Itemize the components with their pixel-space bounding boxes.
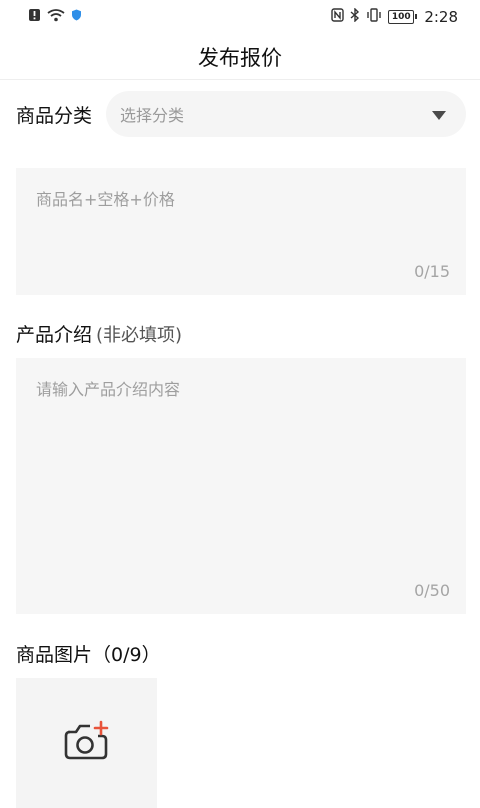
bluetooth-icon	[350, 7, 360, 26]
battery-icon: 100	[388, 10, 418, 24]
status-time: 2:28	[424, 8, 458, 26]
alert-icon	[28, 8, 41, 26]
nfc-icon	[331, 8, 345, 26]
product-name-counter: 0/15	[414, 262, 450, 281]
page-title: 发布报价	[198, 45, 282, 70]
product-name-field[interactable]: 商品名+空格+价格 0/15	[16, 168, 466, 295]
category-label: 商品分类	[16, 104, 93, 127]
intro-label-row: 产品介绍 (非必填项)	[16, 320, 182, 347]
intro-placeholder: 请输入产品介绍内容	[36, 380, 181, 399]
category-row: 商品分类 选择分类	[16, 90, 466, 138]
camera-add-icon	[62, 720, 112, 766]
status-right: 100 2:28	[331, 7, 458, 26]
add-image-button[interactable]	[16, 678, 157, 808]
category-select[interactable]: 选择分类	[106, 91, 466, 137]
category-placeholder: 选择分类	[120, 106, 185, 125]
intro-hint: (非必填项)	[96, 325, 183, 346]
status-left	[28, 8, 82, 26]
product-name-placeholder: 商品名+空格+价格	[36, 190, 175, 209]
intro-field[interactable]: 请输入产品介绍内容 0/50	[16, 358, 466, 614]
status-bar: 100 2:28	[0, 0, 480, 34]
chevron-down-icon	[432, 110, 446, 120]
intro-label: 产品介绍	[16, 324, 93, 346]
vibrate-icon	[366, 8, 382, 26]
shield-icon	[71, 9, 82, 25]
intro-counter: 0/50	[414, 581, 450, 600]
app-bar: 发布报价	[0, 34, 480, 80]
wifi-icon	[47, 8, 65, 26]
images-label: 商品图片（0/9）	[16, 644, 161, 666]
